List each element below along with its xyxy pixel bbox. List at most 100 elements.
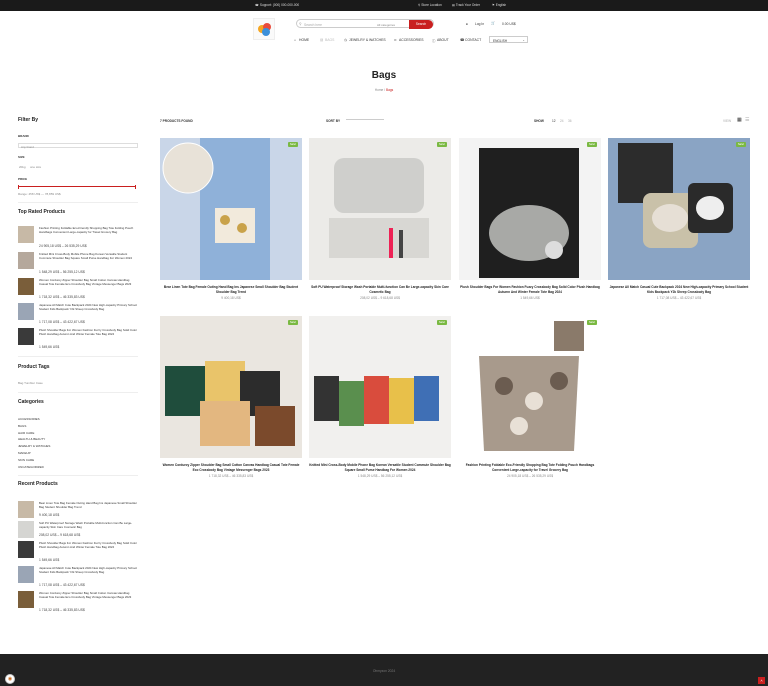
product-thumbnail[interactable] — [18, 566, 34, 583]
product-image[interactable] — [608, 138, 750, 280]
price-slider-max-handle[interactable] — [135, 184, 136, 189]
product-thumbnail[interactable] — [18, 328, 34, 345]
brand-select[interactable]: Any brand — [18, 143, 138, 149]
product-thumbnail[interactable] — [18, 591, 34, 608]
category-item[interactable]: ACCESSORIES — [18, 417, 40, 421]
product-price: 1 549,66 US$ — [39, 345, 60, 349]
size-label: SIZE — [18, 155, 25, 159]
product-title[interactable]: Soft PU Waterproof Storage Wash Portable… — [309, 285, 451, 294]
product-thumbnail[interactable] — [18, 521, 34, 538]
product-name[interactable]: Plush Shoulder Bags For Women Fashion Fu… — [39, 541, 138, 549]
product-name[interactable]: Japanese All Match Cute Backpack 2024 Ne… — [39, 566, 138, 574]
product-thumbnail[interactable] — [18, 252, 34, 269]
category-item[interactable]: BAGS — [18, 424, 26, 428]
nav-accessories[interactable]: ACCESSORIES — [399, 38, 424, 42]
size-option[interactable]: 20kg — [19, 165, 26, 169]
site-logo[interactable] — [253, 18, 275, 40]
category-item[interactable]: MAKEUP — [18, 451, 31, 455]
product-name[interactable]: Japanese All Match Cute Backpack 2024 Ne… — [39, 303, 138, 311]
price-range-text: Range: 458 US$ — 78,859 US$ — [18, 192, 61, 196]
nav-jewelry[interactable]: JEWELRY & WATCHES — [349, 38, 386, 42]
show-option-36[interactable]: 36 — [568, 119, 572, 123]
tag-cloud[interactable]: Bag Tumbler Case — [18, 381, 43, 385]
size-option[interactable]: one size — [30, 165, 41, 169]
product-title[interactable]: Plush Shoulder Bags For Women Fashion Fu… — [459, 285, 601, 294]
phone-icon: ☎ — [460, 38, 465, 42]
cookie-settings-button[interactable]: ◉ — [5, 674, 15, 684]
product-title[interactable]: Fashion Printing Foldable Eco-Friendly S… — [459, 463, 601, 472]
search-bar: ⚲ Search here All categories Search — [296, 19, 434, 29]
show-option-12[interactable]: 12 — [552, 119, 556, 123]
search-button[interactable]: Search — [409, 19, 433, 29]
language-select[interactable]: ENGLISH ⌄ — [489, 36, 528, 43]
category-item[interactable]: JEWELRY & WATCHES — [18, 444, 50, 448]
category-item[interactable]: UNCATEGORIZED — [18, 465, 44, 469]
sort-select[interactable]: POPULARITY⌄ — [346, 119, 384, 242]
product-image[interactable] — [309, 316, 451, 458]
category-select[interactable]: All categories — [377, 23, 395, 27]
list-view-icon[interactable]: ☰ — [745, 117, 749, 123]
chevron-down-icon: ⌄ — [522, 38, 525, 42]
price-slider-min-handle[interactable] — [18, 184, 19, 189]
category-item[interactable]: HEALTH & BEAUTY — [18, 437, 45, 441]
support-phone[interactable]: ☎ Support: (000) 000-000-000 — [255, 3, 299, 7]
home-icon: ⌂ — [294, 38, 297, 42]
product-title[interactable]: Bear Linen Tote Bag Female Outing Hand B… — [160, 285, 302, 294]
sale-badge: Sale! — [587, 320, 597, 325]
product-price: 1 549,66 US$ — [39, 558, 60, 562]
product-price: 1 718,32 US$ – 46 335,83 US$ — [208, 474, 254, 478]
category-item[interactable]: HAIR CARE — [18, 431, 34, 435]
breadcrumb-separator: / — [384, 88, 386, 92]
nav-about[interactable]: ABOUT — [437, 38, 449, 42]
show-option-24[interactable]: 24 — [560, 119, 564, 123]
product-thumbnail[interactable] — [18, 278, 34, 295]
divider — [18, 356, 138, 357]
cart-amount[interactable]: 0.00 US$ — [502, 22, 516, 26]
nav-home[interactable]: HOME — [299, 38, 309, 42]
cart-icon[interactable]: 🛒 — [491, 21, 495, 25]
product-image[interactable] — [309, 138, 451, 280]
category-item[interactable]: SKIN CARE — [18, 458, 34, 462]
bag-photo — [608, 138, 750, 280]
price-slider[interactable] — [18, 186, 136, 187]
product-thumbnail[interactable] — [18, 541, 34, 558]
product-name[interactable]: Fashion Printing Foldable Eco-Friendly S… — [39, 226, 138, 234]
product-price: 1 717,08 US$ – 43 422,67 US$ — [39, 320, 85, 324]
breadcrumb-home[interactable]: Home — [375, 88, 384, 92]
product-title[interactable]: Japanese All Match Casual Cute Backpack … — [608, 285, 750, 294]
nav-bags[interactable]: BAGS — [325, 38, 334, 42]
grid-view-icon[interactable]: ▦ — [737, 117, 742, 123]
login-link[interactable]: Log In — [475, 22, 484, 26]
product-name[interactable]: Women Corduroy Zipper Shoulder Bag Small… — [39, 591, 138, 599]
store-location-link[interactable]: ⚲ Store Location — [418, 3, 442, 7]
product-name[interactable]: Soft PU Waterproof Storage Wash Portable… — [39, 521, 138, 529]
product-title[interactable]: Women Corduroy Zipper Shoulder Bag Small… — [160, 463, 302, 472]
copyright: Ohmyzon 2024 — [372, 669, 396, 673]
product-price: 1 549,66 US$ — [520, 296, 540, 300]
product-title[interactable]: Knitted Mini Cross-Body Mobile Phone Bag… — [309, 463, 451, 472]
product-price: 24 905,18 US$ – 26 535,29 US$ — [39, 244, 87, 248]
info-icon: ⓘ — [432, 39, 436, 43]
product-thumbnail[interactable] — [18, 226, 34, 243]
product-image[interactable] — [160, 138, 302, 280]
track-order-link[interactable]: ▤ Track Your Order — [452, 3, 480, 7]
bag-photo — [160, 138, 302, 280]
search-input[interactable]: Search here — [304, 23, 322, 27]
top-rated-title: Top Rated Products — [18, 209, 66, 215]
product-thumbnail[interactable] — [18, 501, 34, 518]
user-icon[interactable]: ● — [466, 22, 468, 26]
language-switch[interactable]: ⚑ English — [492, 3, 506, 7]
product-image[interactable] — [459, 316, 601, 458]
brand-label: BRAND — [18, 134, 29, 138]
product-name[interactable]: Plush Shoulder Bags For Women Fashion Fu… — [39, 328, 138, 336]
product-name[interactable]: Knitted Mini Cross-Body Mobile Phone Bag… — [39, 252, 138, 260]
product-image[interactable] — [160, 316, 302, 458]
product-price: 1 718,32 US$ – 46 335,83 US$ — [39, 295, 85, 299]
product-name[interactable]: Women Corduroy Zipper Shoulder Bag Small… — [39, 278, 138, 286]
product-name[interactable]: Bear Linen Tote Bag Female Outing Hand B… — [39, 501, 138, 509]
scroll-to-top-button[interactable]: ˄ — [758, 677, 765, 684]
nav-contact[interactable]: CONTACT — [465, 38, 481, 42]
product-price: 1 718,32 US$ – 46 335,83 US$ — [39, 608, 85, 612]
product-image[interactable] — [459, 138, 601, 280]
product-thumbnail[interactable] — [18, 303, 34, 320]
